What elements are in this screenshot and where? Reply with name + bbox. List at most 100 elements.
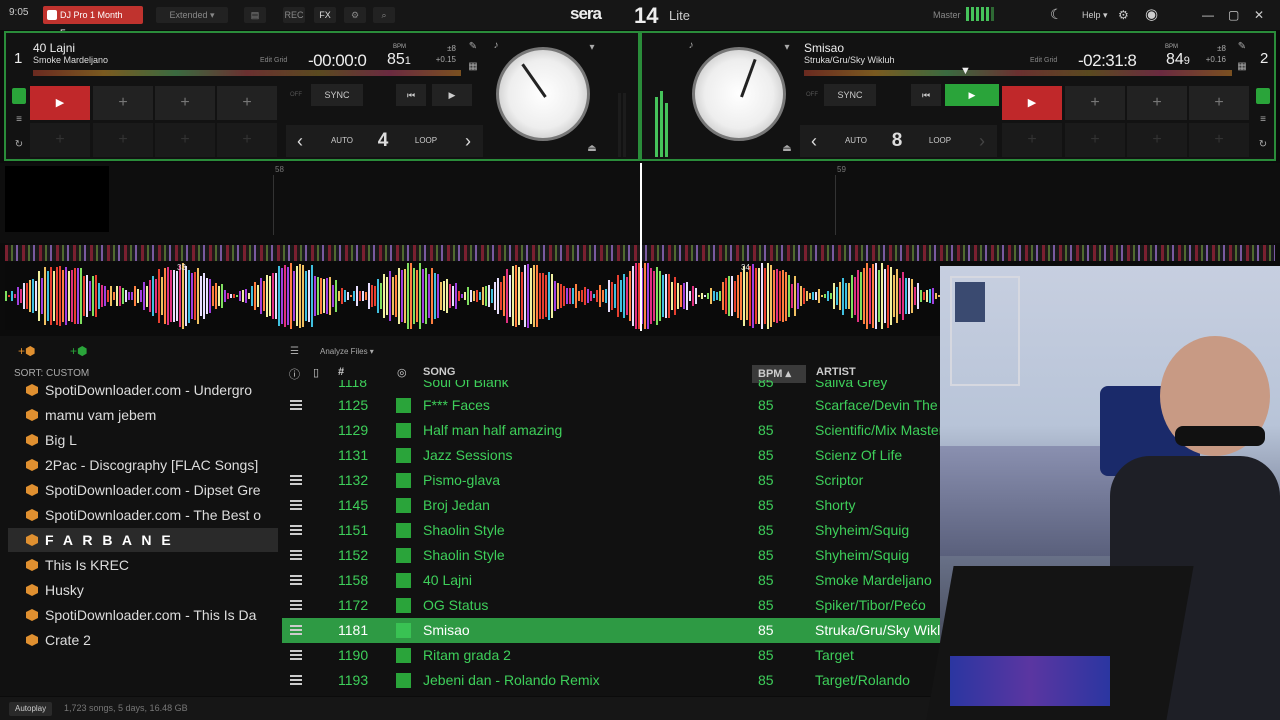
night-mode-icon[interactable]: ☾ — [1050, 6, 1063, 23]
track-overview-strip[interactable] — [804, 70, 1232, 76]
hotcue-pad[interactable]: + — [1002, 123, 1062, 157]
track-menu-icon[interactable] — [290, 575, 302, 585]
cue-mode-icon[interactable] — [12, 88, 26, 104]
crate-item[interactable]: F A R B A N E — [8, 528, 278, 552]
crate-item[interactable]: Crate 2 — [8, 628, 278, 652]
crate-item[interactable]: SpotiDownloader.com - Dipset Gre — [8, 478, 278, 502]
table-row[interactable]: 1152 Shaolin Style 85 Shyheim/Squig — [282, 543, 940, 568]
main-waveform[interactable] — [5, 262, 940, 330]
loop-button[interactable]: LOOP — [920, 125, 960, 157]
crate-item[interactable]: SpotiDownloader.com - The Best o — [8, 503, 278, 527]
hotcue-pad[interactable]: + — [217, 86, 277, 120]
table-row[interactable]: 1125 F*** Faces 85 Scarface/Devin The Dude — [282, 393, 940, 418]
crate-item[interactable]: Husky — [8, 578, 278, 602]
eject-icon[interactable]: ⏏ — [780, 143, 794, 157]
loop-icon[interactable]: ↻ — [12, 139, 26, 153]
virtual-platter[interactable] — [496, 47, 590, 141]
close-icon[interactable]: ✕ — [1254, 8, 1264, 22]
number-column-header[interactable]: # — [338, 366, 344, 378]
minimize-icon[interactable]: — — [1202, 8, 1214, 22]
settings-gear-icon[interactable]: ⚙ — [1118, 8, 1129, 22]
hotcue-pad[interactable]: + — [155, 86, 215, 120]
platter-menu-icon[interactable]: ▾ — [780, 42, 794, 56]
hotcue-pad[interactable]: + — [1065, 123, 1125, 157]
loop-halve-icon[interactable]: ‹ — [286, 125, 314, 157]
track-menu-icon[interactable] — [290, 525, 302, 535]
track-menu-icon[interactable] — [290, 400, 302, 410]
hotcue-pad[interactable]: + — [1065, 86, 1125, 120]
hotcue-pad[interactable]: + — [155, 123, 215, 157]
table-row[interactable]: 1172 OG Status 85 Spiker/Tibor/Pećo — [282, 593, 940, 618]
hotcue-pad[interactable]: + — [217, 123, 277, 157]
loop-icon[interactable]: ↻ — [1256, 139, 1270, 153]
loop-halve-icon[interactable]: ‹ — [800, 125, 828, 157]
cue-mode-icon[interactable] — [1256, 88, 1270, 104]
play-button[interactable]: ▶ — [1002, 86, 1062, 120]
track-overview-strip[interactable] — [33, 70, 461, 76]
edit-grid-button[interactable]: Edit Grid — [260, 57, 287, 64]
loop-double-icon[interactable]: › — [968, 125, 996, 157]
crate-item[interactable]: mamu vam jebem — [8, 403, 278, 427]
loop-double-icon[interactable]: › — [454, 125, 482, 157]
track-menu-icon[interactable] — [290, 650, 302, 660]
track-menu-icon[interactable] — [290, 550, 302, 560]
table-row[interactable]: 1151 Shaolin Style 85 Shyheim/Squig — [282, 518, 940, 543]
crate-item[interactable]: SpotiDownloader.com - This Is Da — [8, 603, 278, 627]
deck-play-icon[interactable]: ▶ — [945, 84, 999, 106]
menu-lines-icon[interactable]: ≡ — [12, 114, 26, 128]
table-row[interactable]: 1158 40 Lajni 85 Smoke Mardeljano — [282, 568, 940, 593]
file-column-icon[interactable]: ▯ — [313, 366, 319, 379]
menu-lines-icon[interactable]: ≡ — [1256, 114, 1270, 128]
autoplay-button[interactable]: Autoplay — [9, 702, 53, 716]
crate-item[interactable]: 2Pac - Discography [FLAC Songs] — [8, 453, 278, 477]
table-row[interactable]: 1129 Half man half amazing 85 Scientific/Mi… — [282, 418, 940, 443]
keyboard-icon[interactable]: ▦ — [466, 61, 480, 75]
table-row[interactable]: 1118 Soul Of Blank 85 Saliva Grey — [282, 380, 940, 393]
user-account-icon[interactable]: ◉ — [1145, 5, 1158, 23]
color-column-icon[interactable]: ◎ — [397, 366, 407, 379]
key-lock-icon[interactable]: ♪ — [684, 40, 698, 54]
keyboard-icon[interactable]: ▦ — [1235, 61, 1249, 75]
promo-button[interactable]: DJ Pro 1 Month Free — [43, 6, 143, 38]
virtual-platter[interactable] — [692, 47, 786, 141]
auto-loop-label[interactable]: AUTO — [836, 125, 876, 157]
layout-icon[interactable]: ▤ — [244, 7, 266, 23]
table-row[interactable]: 1181 Smisao 85 Struka/Gru/Sky Wikluh — [282, 618, 940, 643]
search-icon[interactable]: ⌕ — [373, 7, 395, 23]
hotcue-pad[interactable]: + — [1127, 123, 1187, 157]
list-view-icon[interactable]: ☰ — [290, 346, 299, 357]
fx-button[interactable]: FX — [314, 7, 336, 23]
extended-dropdown[interactable]: Extended ▾ — [156, 7, 228, 23]
table-row[interactable]: 1193 Jebeni dan - Rolando Remix 85 Target/R… — [282, 668, 940, 693]
table-row[interactable]: 1190 Ritam grada 2 85 Target — [282, 643, 940, 668]
song-column-header[interactable]: SONG — [423, 366, 455, 378]
loop-button[interactable]: LOOP — [406, 125, 446, 157]
sync-button[interactable]: SYNC — [311, 84, 363, 106]
hotcue-pad[interactable]: + — [93, 123, 153, 157]
platter-menu-icon[interactable]: ▾ — [585, 42, 599, 56]
track-menu-icon[interactable] — [290, 600, 302, 610]
previous-track-icon[interactable]: ⏮ — [396, 84, 426, 106]
midi-icon[interactable]: ⚙ — [344, 7, 366, 23]
analyze-files-dropdown[interactable]: Analyze Files ▾ — [320, 347, 374, 356]
eject-icon[interactable]: ⏏ — [585, 143, 599, 157]
pencil-icon[interactable]: ✎ — [1235, 41, 1249, 55]
edit-grid-button[interactable]: Edit Grid — [1030, 57, 1057, 64]
crate-item[interactable]: This Is KREC — [8, 553, 278, 577]
table-row[interactable]: 1132 Pismo-glava 85 Scriptor — [282, 468, 940, 493]
track-menu-icon[interactable] — [290, 625, 302, 635]
key-lock-icon[interactable]: ♪ — [489, 40, 503, 54]
sync-button[interactable]: SYNC — [824, 84, 876, 106]
hotcue-pad[interactable]: + — [1189, 86, 1249, 120]
hotcue-pad[interactable]: + — [93, 86, 153, 120]
hotcue-pad[interactable]: + — [30, 123, 90, 157]
crate-item[interactable]: SpotiDownloader.com - Undergro — [8, 378, 278, 402]
auto-loop-label[interactable]: AUTO — [322, 125, 362, 157]
rec-button[interactable]: REC — [283, 7, 305, 23]
maximize-icon[interactable]: ▢ — [1228, 8, 1239, 22]
play-button[interactable]: ▶ — [30, 86, 90, 120]
previous-track-icon[interactable]: ⏮ — [911, 84, 941, 106]
track-menu-icon[interactable] — [290, 500, 302, 510]
table-row[interactable]: 1131 Jazz Sessions 85 Scienz Of Life — [282, 443, 940, 468]
table-row[interactable]: 1145 Broj Jedan 85 Shorty — [282, 493, 940, 518]
